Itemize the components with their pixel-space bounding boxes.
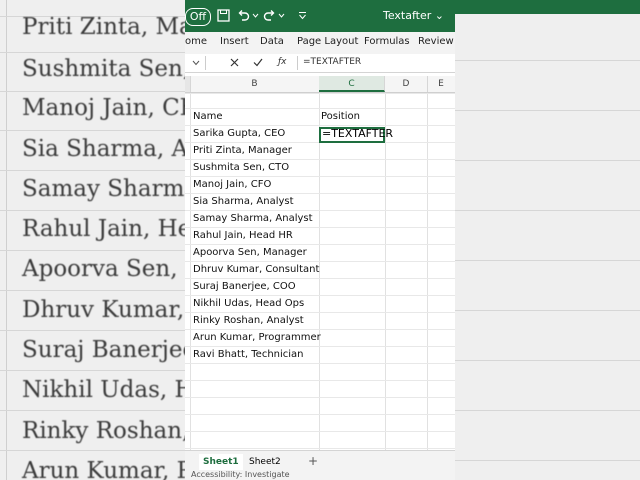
cell-name[interactable]: Arun Kumar, Programmer (193, 329, 321, 346)
bg-gridline (0, 52, 185, 53)
bg-gridline (0, 130, 185, 131)
bg-gridline (455, 60, 640, 61)
bg-name: Nikhil Udas, H (22, 377, 185, 403)
customize-toolbar-icon[interactable] (298, 11, 307, 20)
cell-name[interactable]: Rinky Roshan, Analyst (193, 312, 304, 329)
cell-header-name[interactable]: Name (193, 108, 223, 125)
gridline (185, 397, 455, 398)
background-right (455, 0, 640, 480)
gridline (185, 93, 455, 94)
gridline (185, 448, 455, 449)
background-left: Priti Zinta, Ma Sushmita Sen, Manoj Jain… (0, 0, 185, 480)
gridline (185, 431, 455, 432)
bg-name: Sushmita Sen, (22, 56, 185, 82)
cell-name[interactable]: Nikhil Udas, Head Ops (193, 295, 304, 312)
cell-header-position[interactable]: Position (321, 108, 360, 125)
accessibility-status[interactable]: Accessibility: Investigate (191, 470, 290, 480)
gridline (185, 380, 455, 381)
active-cell-formula[interactable]: =TEXTAFTER (322, 127, 393, 141)
tab-sheet2[interactable]: Sheet2 (245, 454, 285, 470)
bg-gridline (0, 210, 185, 211)
sheet-tabs-bar: Sheet1 Sheet2 + (185, 450, 455, 472)
tab-home[interactable]: ome (185, 36, 207, 47)
bg-gridline (0, 410, 185, 411)
column-header-e[interactable]: E (427, 76, 455, 92)
bg-name: Manoj Jain, CF (22, 95, 185, 121)
column-header-b[interactable]: B (190, 76, 320, 92)
cell-name[interactable]: Dhruv Kumar, Consultant (193, 261, 319, 278)
cancel-icon[interactable] (230, 58, 239, 67)
title-bar: Off Textafter ⌄ (185, 0, 455, 32)
bg-gridline (455, 110, 640, 111)
bg-gridline (0, 290, 185, 291)
bg-gridline (455, 160, 640, 161)
cell-name[interactable]: Sia Sharma, Analyst (193, 193, 294, 210)
bg-gridline (455, 460, 640, 461)
status-bar: Accessibility: Investigate (185, 470, 455, 480)
tab-page-layout[interactable]: Page Layout (297, 36, 358, 47)
bg-name: Rahul Jain, He (22, 216, 185, 242)
autosave-toggle[interactable]: Off (185, 8, 211, 26)
column-header-c[interactable]: C (319, 76, 385, 92)
excel-app: Off Textafter ⌄ ome Insert Data Page Lay… (185, 0, 455, 480)
separator (297, 56, 298, 70)
separator (205, 56, 206, 70)
gridline (185, 414, 455, 415)
redo-icon[interactable] (263, 9, 276, 22)
cell-name[interactable]: Samay Sharma, Analyst (193, 210, 313, 227)
gridline (185, 363, 455, 364)
cell-name[interactable]: Sushmita Sen, CTO (193, 159, 289, 176)
name-box-dropdown-icon[interactable] (192, 60, 200, 66)
cell-name[interactable]: Suraj Banerjee, COO (193, 278, 296, 295)
add-sheet-button[interactable]: + (304, 454, 322, 470)
bg-name: Priti Zinta, Ma (22, 14, 185, 40)
bg-gridline (455, 210, 640, 211)
undo-icon[interactable] (237, 9, 250, 22)
cell-name[interactable]: Priti Zinta, Manager (193, 142, 292, 159)
enter-check-icon[interactable] (253, 58, 263, 67)
tab-review[interactable]: Review (418, 36, 454, 47)
bg-name: Rinky Roshan, (22, 418, 185, 444)
bg-gridline (0, 91, 185, 92)
bg-name: Suraj Banerjee (22, 337, 185, 363)
bg-gridline (0, 370, 185, 371)
column-headers: B C D E (185, 76, 455, 93)
bg-gridline (0, 450, 185, 451)
bg-name: Apoorva Sen, (22, 256, 178, 282)
bg-gridline (6, 0, 7, 480)
bg-titlebar (455, 0, 640, 14)
bg-gridline (0, 250, 185, 251)
formula-input[interactable]: =TEXTAFTER (303, 55, 361, 70)
cell-name[interactable]: Apoorva Sen, Manager (193, 244, 307, 261)
bg-name: Dhruv Kumar, C (22, 297, 185, 323)
bg-gridline (0, 330, 185, 331)
cell-name[interactable]: Sarika Gupta, CEO (193, 125, 285, 142)
tab-data[interactable]: Data (260, 36, 284, 47)
bg-gridline (455, 260, 640, 261)
bg-gridline (455, 410, 640, 411)
bg-gridline (455, 360, 640, 361)
bg-gridline (455, 310, 640, 311)
save-icon[interactable] (217, 9, 230, 22)
cell-name[interactable]: Manoj Jain, CFO (193, 176, 271, 193)
gridline (185, 108, 455, 109)
workbook-title[interactable]: Textafter ⌄ (383, 8, 444, 24)
bg-gridline (0, 170, 185, 171)
bg-name: Samay Sharma (22, 176, 185, 202)
chevron-down-icon[interactable] (252, 13, 259, 18)
ribbon-tabs: ome Insert Data Page Layout Formulas Rev… (185, 32, 455, 55)
cell-name[interactable]: Rahul Jain, Head HR (193, 227, 293, 244)
formula-bar: ƒx =TEXTAFTER (185, 54, 455, 73)
cell-name[interactable]: Ravi Bhatt, Technician (193, 346, 304, 363)
tab-insert[interactable]: Insert (220, 36, 249, 47)
chevron-down-icon[interactable] (278, 13, 285, 18)
bg-name: Arun Kumar, P (22, 458, 185, 480)
bg-name: Sia Sharma, A (22, 136, 185, 162)
column-header-d[interactable]: D (385, 76, 428, 92)
insert-function-icon[interactable]: ƒx (278, 55, 287, 70)
tab-formulas[interactable]: Formulas (364, 36, 410, 47)
